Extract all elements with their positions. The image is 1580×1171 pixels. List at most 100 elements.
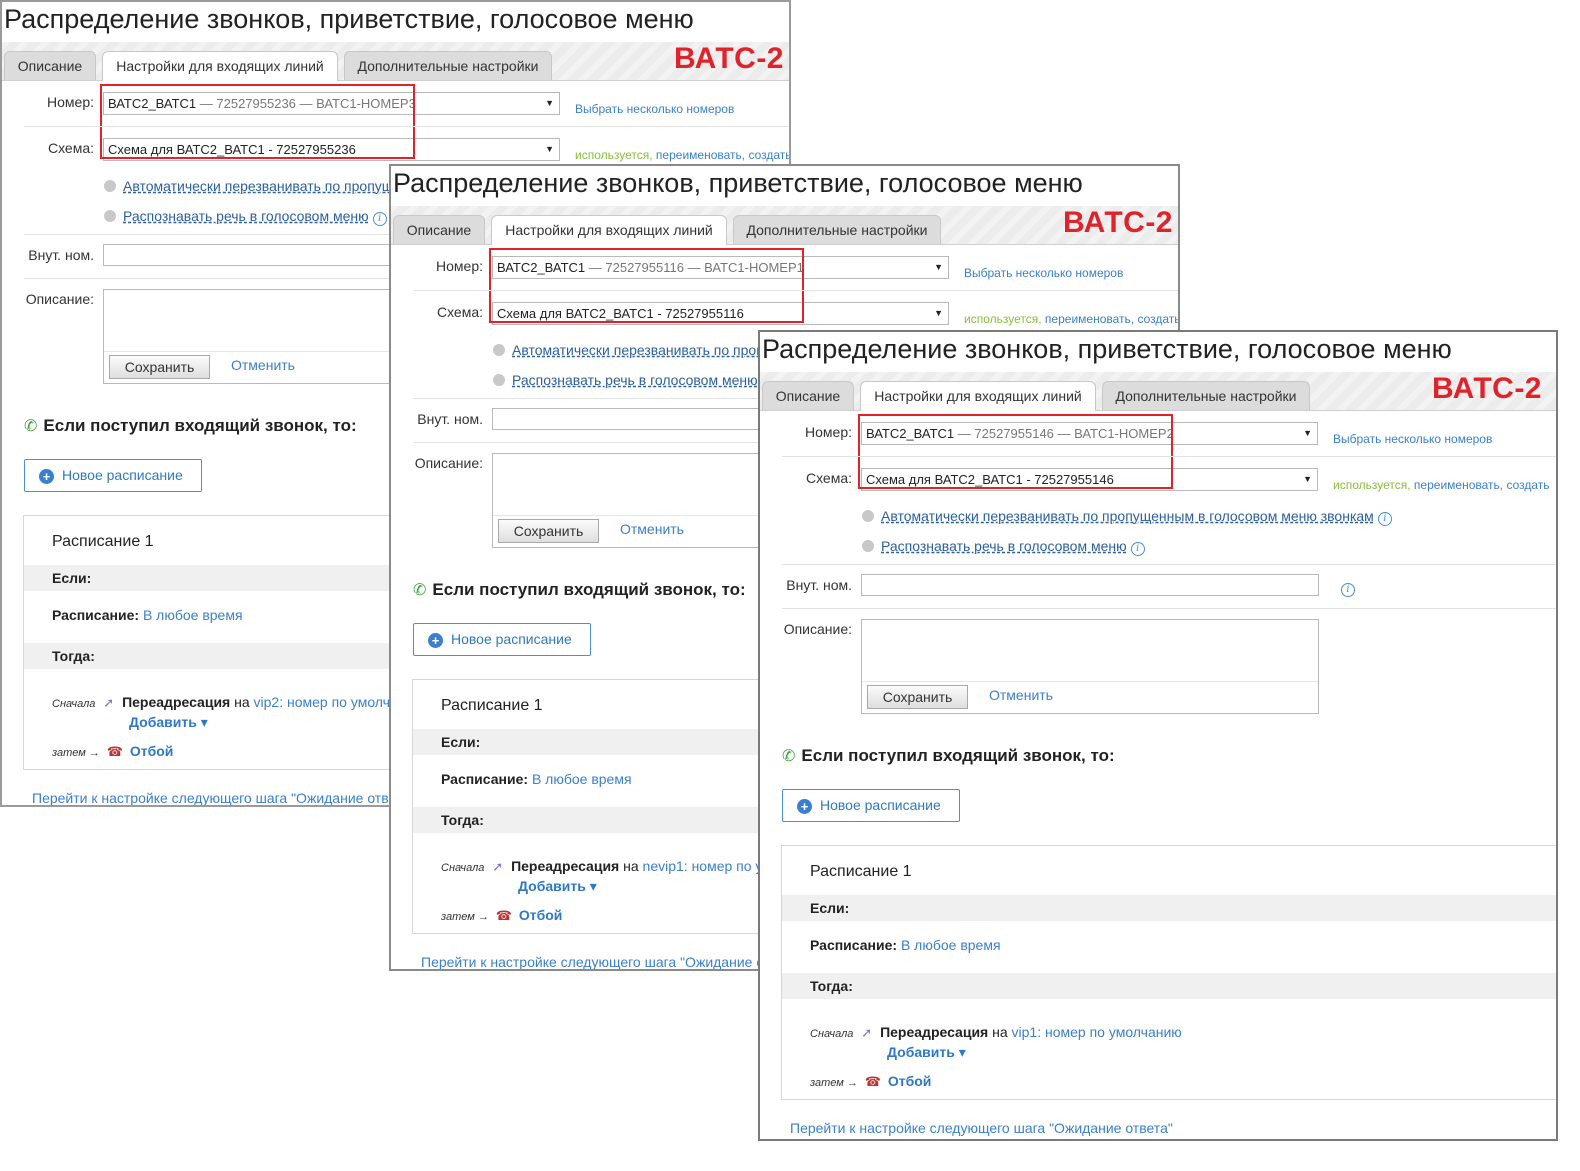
scheme-label: Схема: — [47, 140, 94, 156]
tab-description[interactable]: Описание — [4, 51, 96, 80]
divider — [862, 681, 1318, 682]
add-action-link[interactable]: Добавить ▾ — [887, 1044, 966, 1061]
next-step-link[interactable]: Перейти к настройке следующего шага "Ожи… — [32, 790, 415, 805]
highlight-box — [858, 414, 1173, 489]
tab-additional-settings[interactable]: Дополнительные настройки — [344, 51, 552, 80]
schedule-label: Расписание: — [810, 937, 898, 953]
then-word: затем → — [52, 747, 100, 759]
tab-incoming-lines[interactable]: Настройки для входящих линий — [491, 215, 727, 245]
tab-description[interactable]: Описание — [762, 381, 854, 410]
hangup-link[interactable]: Отбой — [888, 1073, 932, 1089]
schedule-name: Расписание 1 — [52, 533, 154, 550]
first-word: Сначала — [441, 862, 485, 874]
number-label: Номер: — [47, 94, 94, 110]
tab-incoming-lines[interactable]: Настройки для входящих линий — [102, 51, 338, 81]
tab-incoming-lines[interactable]: Настройки для входящих линий — [860, 381, 1096, 411]
then-word: затем → — [810, 1077, 858, 1089]
cancel-link[interactable]: Отменить — [989, 687, 1053, 703]
if-label: Если: — [52, 570, 92, 586]
plus-icon: + — [39, 469, 54, 484]
cancel-link[interactable]: Отменить — [620, 521, 684, 537]
scheme-rename-link[interactable]: переименовать, — [1045, 312, 1134, 326]
choose-several-numbers-link[interactable]: Выбрать несколько номеров — [575, 102, 734, 116]
choose-several-numbers-link[interactable]: Выбрать несколько номеров — [1333, 432, 1492, 446]
option-auto-callback[interactable]: Автоматически перезванивать по пропущенн… — [862, 508, 1392, 526]
next-step-link[interactable]: Перейти к настройке следующего шага "Ожи… — [421, 954, 804, 969]
chevron-down-icon: ▼ — [934, 262, 943, 272]
redirect-label: Переадресация — [122, 694, 231, 710]
schedule-row: Расписание: В любое время — [441, 771, 632, 787]
scheme-create-link[interactable]: создать — [1137, 312, 1178, 326]
scheme-create-link[interactable]: создать — [1506, 478, 1549, 492]
option-auto-callback-label: Автоматически перезванивать по пропущенн… — [881, 508, 1374, 524]
scheme-used-link[interactable]: используется, — [575, 148, 653, 162]
divider — [782, 456, 1556, 457]
info-icon[interactable]: i — [1130, 542, 1145, 556]
choose-several-numbers-link[interactable]: Выбрать несколько номеров — [964, 266, 1123, 280]
redirect-icon: ➚ — [861, 1025, 873, 1040]
highlight-box — [100, 84, 415, 159]
extension-input[interactable] — [861, 574, 1319, 596]
option-speech-recognition[interactable]: Распознавать речь в голосовом менюi — [493, 372, 776, 390]
first-word: Сначала — [52, 698, 96, 710]
page-title: Распределение звонков, приветствие, голо… — [4, 4, 694, 34]
schedule-value-link[interactable]: В любое время — [143, 607, 243, 623]
option-speech-recognition[interactable]: Распознавать речь в голосовом менюi — [104, 208, 387, 226]
new-schedule-label: Новое расписание — [62, 467, 183, 483]
description-textarea[interactable]: Сохранить Отменить — [861, 619, 1319, 714]
if-bar — [782, 895, 1556, 921]
save-button[interactable]: Сохранить — [867, 685, 968, 709]
tab-additional-settings[interactable]: Дополнительные настройки — [733, 215, 941, 244]
scheme-used-link[interactable]: используется, — [1333, 478, 1411, 492]
incoming-call-heading-text: Если поступил входящий звонок, то: — [432, 580, 746, 599]
add-action-link[interactable]: Добавить ▾ — [518, 878, 597, 895]
schedule-row: Расписание: В любое время — [810, 937, 1001, 953]
hangup-link[interactable]: Отбой — [130, 743, 174, 759]
hangup-row: затем → ☎ Отбой — [441, 907, 562, 924]
new-schedule-button[interactable]: + Новое расписание — [24, 459, 202, 492]
option-speech-label: Распознавать речь в голосовом меню — [512, 372, 758, 388]
schedule-value-link[interactable]: В любое время — [532, 771, 632, 787]
incoming-call-icon: ✆ — [782, 748, 796, 765]
vats-badge: ВАТС-2 — [1062, 206, 1173, 239]
number-label: Номер: — [805, 424, 852, 440]
redirect-target-link[interactable]: vip1: номер по умолчанию — [1012, 1024, 1182, 1040]
scheme-create-link[interactable]: создать — [748, 148, 789, 162]
tab-bar: Описание Настройки для входящих линий До… — [391, 206, 1178, 245]
new-schedule-label: Новое расписание — [451, 631, 572, 647]
scheme-label: Схема: — [436, 304, 483, 320]
save-button[interactable]: Сохранить — [109, 355, 210, 379]
new-schedule-button[interactable]: + Новое расписание — [413, 623, 591, 656]
redirect-row: Сначала ➚ Переадресация на vip2: номер п… — [52, 694, 424, 711]
cancel-link[interactable]: Отменить — [231, 357, 295, 373]
scheme-actions: используется, переименовать, создать — [1333, 478, 1550, 492]
info-icon[interactable]: i — [1377, 512, 1392, 526]
scheme-used-link[interactable]: используется, — [964, 312, 1042, 326]
hangup-icon: ☎ — [495, 908, 512, 923]
tab-additional-settings[interactable]: Дополнительные настройки — [1102, 381, 1310, 410]
save-button[interactable]: Сохранить — [498, 519, 599, 543]
hangup-row: затем → ☎ Отбой — [52, 743, 173, 760]
then-word: затем → — [441, 911, 489, 923]
schedule-label: Расписание: — [52, 607, 140, 623]
option-speech-label: Распознавать речь в голосовом меню — [881, 538, 1127, 554]
info-icon[interactable]: i — [1341, 579, 1355, 597]
schedule-label: Расписание: — [441, 771, 529, 787]
radio-icon — [493, 344, 505, 356]
vats-badge: ВАТС-2 — [673, 42, 784, 75]
divider — [413, 290, 1178, 291]
incoming-call-icon: ✆ — [413, 582, 427, 599]
plus-icon: + — [428, 633, 443, 648]
scheme-rename-link[interactable]: переименовать, — [1414, 478, 1503, 492]
scheme-rename-link[interactable]: переименовать, — [656, 148, 745, 162]
tab-description[interactable]: Описание — [393, 215, 485, 244]
info-icon[interactable]: i — [372, 212, 387, 226]
plus-icon: + — [797, 799, 812, 814]
add-action-link[interactable]: Добавить ▾ — [129, 714, 208, 731]
new-schedule-button[interactable]: + Новое расписание — [782, 789, 960, 822]
option-speech-recognition[interactable]: Распознавать речь в голосовом менюi — [862, 538, 1145, 556]
schedule-value-link[interactable]: В любое время — [901, 937, 1001, 953]
hangup-link[interactable]: Отбой — [519, 907, 563, 923]
schedule-row: Расписание: В любое время — [52, 607, 243, 623]
next-step-link[interactable]: Перейти к настройке следующего шага "Ожи… — [790, 1120, 1173, 1136]
